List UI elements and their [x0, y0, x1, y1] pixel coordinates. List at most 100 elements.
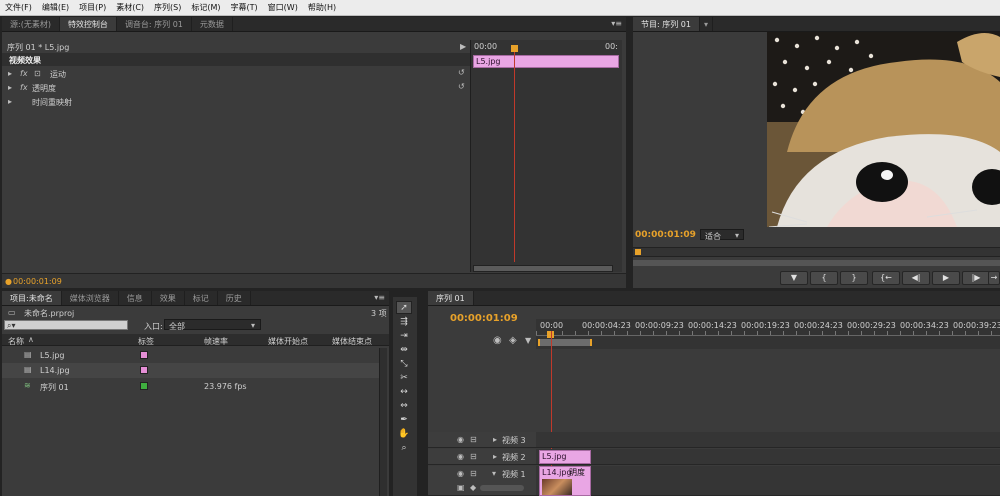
menu-window[interactable]: 窗口(W) — [263, 2, 303, 13]
timeline-ruler[interactable]: 00:00 00:00:04:23 00:00:09:23 00:00:14:2… — [536, 319, 1000, 349]
tab-program[interactable]: 节目: 序列 01 — [633, 17, 700, 31]
add-marker-button[interactable]: ▼ — [780, 271, 808, 285]
rolling-edit-tool-icon[interactable]: ⇹ — [396, 344, 412, 357]
track-select-tool-icon[interactable]: ⇶ — [396, 316, 412, 329]
tab-metadata[interactable]: 元数据 — [192, 17, 233, 31]
step-forward-button[interactable]: |▶ — [962, 271, 990, 285]
list-item[interactable]: ▤ L5.jpg — [2, 348, 379, 363]
work-area-bar[interactable] — [538, 339, 592, 346]
column-name[interactable]: 名称 — [8, 336, 24, 347]
effect-row-motion[interactable]: ▸ fx ⊡ 运动 ↺ — [2, 68, 470, 81]
track-lane-video1[interactable]: L14.jpg 明度 — [536, 466, 1000, 496]
label-swatch[interactable] — [140, 366, 148, 374]
project-scrollbar[interactable] — [379, 348, 387, 496]
rate-stretch-tool-icon[interactable]: ⤡ — [396, 358, 412, 371]
tab-markers[interactable]: 标记 — [185, 291, 218, 305]
pen-tool-icon[interactable]: ✒ — [396, 414, 412, 427]
mark-in-button[interactable]: { — [810, 271, 838, 285]
display-style-icon[interactable]: ▣ — [457, 483, 465, 493]
selection-tool-icon[interactable]: ➚ — [396, 301, 412, 314]
effect-row-opacity[interactable]: ▸ fx 透明度 ↺ — [2, 82, 470, 95]
label-swatch[interactable] — [140, 351, 148, 359]
panel-menu-icon[interactable]: ▾≡ — [374, 292, 385, 304]
play-button[interactable]: ▶ — [932, 271, 960, 285]
search-input[interactable]: ⌕▾ — [4, 320, 128, 330]
razor-tool-icon[interactable]: ✂ — [396, 372, 412, 385]
set-marker-icon[interactable]: ◈ — [509, 336, 517, 346]
expand-arrow-icon[interactable]: ▸ — [8, 97, 12, 107]
program-timecode[interactable]: 00:00:01:09 — [635, 230, 696, 240]
effect-current-time[interactable]: 00:00:01:09 — [13, 277, 62, 286]
tab-project[interactable]: 项目:未命名 — [2, 291, 62, 305]
zoom-tool-icon[interactable]: ⌕ — [396, 442, 412, 455]
go-to-in-button[interactable]: {← — [872, 271, 900, 285]
panel-menu-icon[interactable]: ▾≡ — [611, 18, 622, 30]
menu-help[interactable]: 帮助(H) — [303, 2, 341, 13]
playhead-marker-icon[interactable] — [635, 249, 641, 255]
lock-icon[interactable]: ⊟ — [470, 435, 477, 445]
slip-tool-icon[interactable]: ↔ — [396, 386, 412, 399]
menu-sequence[interactable]: 序列(S) — [149, 2, 186, 13]
tab-effects[interactable]: 效果 — [152, 291, 185, 305]
effect-row-time-remap[interactable]: ▸ 时间重映射 — [2, 96, 470, 109]
slide-tool-icon[interactable]: ⇔ — [396, 400, 412, 413]
menu-clip[interactable]: 素材(C) — [111, 2, 149, 13]
tab-info[interactable]: 信息 — [119, 291, 152, 305]
eye-icon[interactable]: ◉ — [457, 435, 464, 445]
lock-icon[interactable]: ⊟ — [470, 452, 477, 462]
column-framerate[interactable]: 帧速率 — [204, 336, 228, 347]
mark-out-button[interactable]: } — [840, 271, 868, 285]
marker-icon[interactable]: ▼ — [525, 336, 531, 346]
timeline-clip-l5[interactable]: L5.jpg — [539, 450, 591, 464]
timeline-timecode[interactable]: 00:00:01:09 — [450, 313, 518, 324]
column-media-start[interactable]: 媒体开始点 — [268, 336, 308, 347]
list-item[interactable]: ≋ 序列 01 23.976 fps — [2, 379, 379, 394]
hand-tool-icon[interactable]: ✋ — [396, 428, 412, 441]
eye-icon[interactable]: ◉ — [457, 452, 464, 462]
effect-scrollbar[interactable] — [473, 265, 613, 272]
menu-title[interactable]: 字幕(T) — [226, 2, 263, 13]
tab-history[interactable]: 历史 — [218, 291, 251, 305]
eye-icon[interactable]: ◉ — [457, 469, 464, 479]
play-only-icon[interactable]: ▶ — [460, 42, 466, 52]
expand-arrow-icon[interactable]: ▸ — [8, 69, 12, 79]
track-lane-video3[interactable] — [536, 432, 1000, 448]
program-tab-dropdown-icon[interactable]: ▾ — [700, 17, 713, 31]
expand-arrow-icon[interactable]: ▸ — [8, 83, 12, 93]
tab-media-browser[interactable]: 媒体浏览器 — [62, 291, 119, 305]
reset-icon[interactable]: ↺ — [458, 82, 465, 92]
timeline-clip-l14[interactable]: L14.jpg 明度 — [539, 466, 591, 496]
ripple-edit-tool-icon[interactable]: ⇥ — [396, 330, 412, 343]
tab-audio-mixer[interactable]: 调音台: 序列 01 — [117, 17, 192, 31]
menu-project[interactable]: 项目(P) — [74, 2, 111, 13]
keyframe-icon[interactable]: ◆ — [470, 483, 476, 493]
column-label[interactable]: 标签 — [138, 336, 154, 347]
reset-icon[interactable]: ↺ — [458, 68, 465, 78]
tab-effect-controls[interactable]: 特效控制台 — [59, 17, 117, 31]
expand-arrow-icon[interactable]: ▸ — [493, 452, 497, 462]
menu-file[interactable]: 文件(F) — [0, 2, 37, 13]
sort-asc-icon[interactable]: ∧ — [28, 335, 34, 345]
playhead-marker-icon[interactable] — [511, 45, 518, 52]
fit-dropdown[interactable]: 适合 ▾ — [700, 229, 744, 241]
list-item[interactable]: ▤ L14.jpg — [2, 363, 379, 378]
expand-arrow-icon[interactable]: ▸ — [493, 435, 497, 445]
track-lane-video2[interactable]: L5.jpg — [536, 449, 1000, 465]
menu-edit[interactable]: 编辑(E) — [37, 2, 74, 13]
step-back-button[interactable]: ◀| — [902, 271, 930, 285]
fx-icon[interactable]: fx — [20, 83, 28, 93]
menu-marker[interactable]: 标记(M) — [186, 2, 225, 13]
program-ruler[interactable] — [633, 247, 1000, 257]
column-media-end[interactable]: 媒体结束点 — [332, 336, 372, 347]
fx-icon[interactable]: fx — [20, 69, 28, 79]
effect-clip-bar[interactable]: L5.jpg — [473, 55, 619, 68]
program-scrollbar[interactable] — [633, 260, 1000, 266]
entry-dropdown[interactable]: 全部 ▾ — [164, 319, 261, 331]
go-to-out-button[interactable]: → — [988, 271, 1000, 285]
snap-icon[interactable]: ◉ — [493, 336, 502, 346]
tab-sequence[interactable]: 序列 01 — [428, 291, 474, 305]
keyframe-slider[interactable] — [480, 485, 524, 491]
collapse-arrow-icon[interactable]: ▾ — [492, 469, 496, 479]
lock-icon[interactable]: ⊟ — [470, 469, 477, 479]
tab-source[interactable]: 源:(无素材) — [2, 17, 60, 31]
